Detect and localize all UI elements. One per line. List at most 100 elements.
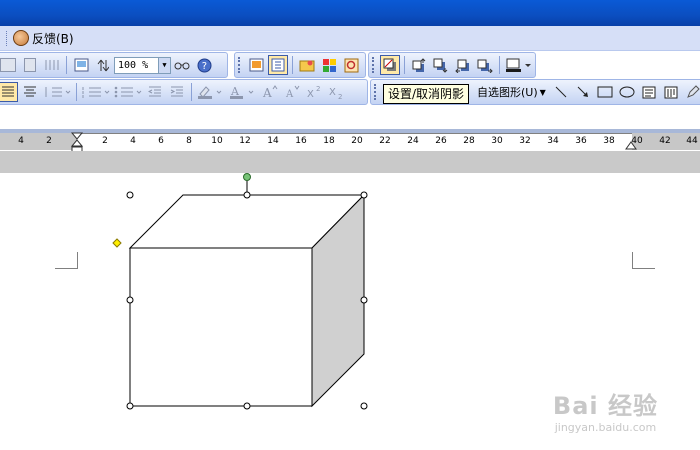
oval-tool-icon[interactable] [617, 82, 637, 102]
search-object-icon[interactable] [341, 55, 361, 75]
formatting-toolbar: A A A X2 X2 [0, 79, 368, 105]
ruler-label: 16 [295, 136, 307, 146]
menu-feedback-label: 反馈(B) [32, 31, 74, 46]
svg-text:2: 2 [338, 93, 342, 99]
menu-feedback[interactable]: 反馈(B) [13, 29, 74, 47]
shadow-color-icon[interactable] [504, 55, 534, 75]
margin-corner-right [632, 252, 655, 269]
insert-picture-icon[interactable] [71, 55, 91, 75]
ruler-label: 8 [186, 136, 192, 146]
resize-handle-ne[interactable] [360, 191, 368, 199]
svg-text:X: X [329, 87, 336, 98]
watermark-url: jingyan.baidu.com [554, 421, 657, 434]
decrease-indent-icon[interactable] [145, 82, 165, 102]
increase-indent-icon[interactable] [167, 82, 187, 102]
shadow-toggle-icon[interactable] [380, 55, 400, 75]
document-map-icon[interactable] [268, 55, 288, 75]
autoshapes-label: 自选图形(U) [477, 86, 538, 99]
superscript-icon[interactable]: X2 [304, 82, 324, 102]
show-hide-icon[interactable] [93, 55, 113, 75]
zoom-value: 100 % [118, 59, 149, 71]
arrow-tool-icon[interactable] [573, 82, 593, 102]
ruler-label: 36 [575, 136, 587, 146]
resize-handle-w[interactable] [126, 296, 134, 304]
color-palette-icon[interactable] [319, 55, 339, 75]
resize-handle-n[interactable] [243, 191, 251, 199]
shadow-toolbar [368, 52, 536, 78]
rotation-handle[interactable] [243, 173, 251, 181]
textbox-tool-icon[interactable] [639, 82, 659, 102]
ruler-label: 4 [18, 136, 24, 146]
ruler-label: 14 [267, 136, 279, 146]
folder-image-icon[interactable] [297, 55, 317, 75]
svg-text:2: 2 [316, 85, 320, 93]
distributed-align-icon[interactable] [20, 82, 40, 102]
svg-text:X: X [307, 89, 314, 99]
line-tool-icon[interactable] [551, 82, 571, 102]
svg-text:A: A [285, 89, 294, 99]
right-indent-marker[interactable] [625, 138, 637, 150]
menu-grip[interactable] [6, 31, 9, 46]
ruler-label: 18 [323, 136, 335, 146]
tooltip-text: 设置/取消阴影 [388, 87, 465, 101]
margin-corner-left [55, 252, 78, 269]
ruler-label: 10 [211, 136, 223, 146]
ruler-label: 4 [130, 136, 136, 146]
highlight-icon[interactable] [196, 82, 226, 102]
ruler-label: 44 [686, 136, 698, 146]
resize-handle-se[interactable] [360, 402, 368, 410]
ruler-label: 26 [435, 136, 447, 146]
line-spacing-icon[interactable] [42, 82, 72, 102]
chevron-down-icon: ▼ [539, 87, 546, 97]
ruler-label: 38 [603, 136, 615, 146]
adjust-handle[interactable] [112, 238, 122, 248]
ruler-label: 42 [659, 136, 671, 146]
svg-text:?: ? [201, 61, 206, 72]
resize-handle-e[interactable] [360, 296, 368, 304]
resize-handle-sw[interactable] [126, 402, 134, 410]
ruler-label: 28 [463, 136, 475, 146]
pen-icon[interactable] [683, 82, 700, 102]
ruler-label: 2 [46, 136, 52, 146]
ruler-label: 20 [351, 136, 363, 146]
feedback-icon [13, 30, 29, 46]
ruler-label: 30 [491, 136, 503, 146]
ruler-label: 12 [239, 136, 251, 146]
resize-handle-s[interactable] [243, 402, 251, 410]
cube-shape[interactable] [100, 168, 390, 418]
grow-font-icon[interactable]: A [260, 82, 280, 102]
rectangle-tool-icon[interactable] [595, 82, 615, 102]
ruler-label: 22 [379, 136, 391, 146]
zoom-select[interactable]: 100 % ▼ [114, 56, 171, 74]
distribute-icon[interactable] [42, 55, 62, 75]
numbering-icon[interactable] [81, 82, 111, 102]
standard-toolbar-right: 100 % ▼ ? [0, 52, 228, 78]
shadow-tooltip: 设置/取消阴影 [383, 84, 470, 104]
columns-icon[interactable] [20, 55, 40, 75]
justify-icon[interactable] [0, 82, 18, 102]
resize-handle-nw[interactable] [126, 191, 134, 199]
ruler-label: 2 [102, 136, 108, 146]
nudge-shadow-up-icon[interactable] [409, 55, 429, 75]
table-icon[interactable] [0, 55, 18, 75]
bullets-icon[interactable] [113, 82, 143, 102]
menu-bar: 反馈(B) [0, 26, 700, 51]
cube-front-face [129, 247, 313, 407]
ruler-label: 32 [519, 136, 531, 146]
shrink-font-icon[interactable]: A [282, 82, 302, 102]
subscript-icon[interactable]: X2 [326, 82, 346, 102]
ruler-label: 6 [158, 136, 164, 146]
font-color-icon[interactable]: A [228, 82, 258, 102]
title-bar[interactable] [0, 0, 700, 26]
autoshapes-menu[interactable]: 自选图形(U) ▼ [473, 84, 550, 100]
find-icon[interactable] [172, 55, 192, 75]
watermark-brand: Bai 经验 [552, 392, 658, 420]
help-icon[interactable]: ? [194, 55, 214, 75]
svg-text:A: A [262, 86, 272, 99]
picture-tool-icon[interactable] [246, 55, 266, 75]
vertical-textbox-icon[interactable] [661, 82, 681, 102]
nudge-shadow-left-icon[interactable] [453, 55, 473, 75]
nudge-shadow-down-icon[interactable] [431, 55, 451, 75]
nudge-shadow-right-icon[interactable] [475, 55, 495, 75]
chevron-down-icon[interactable]: ▼ [158, 57, 170, 73]
